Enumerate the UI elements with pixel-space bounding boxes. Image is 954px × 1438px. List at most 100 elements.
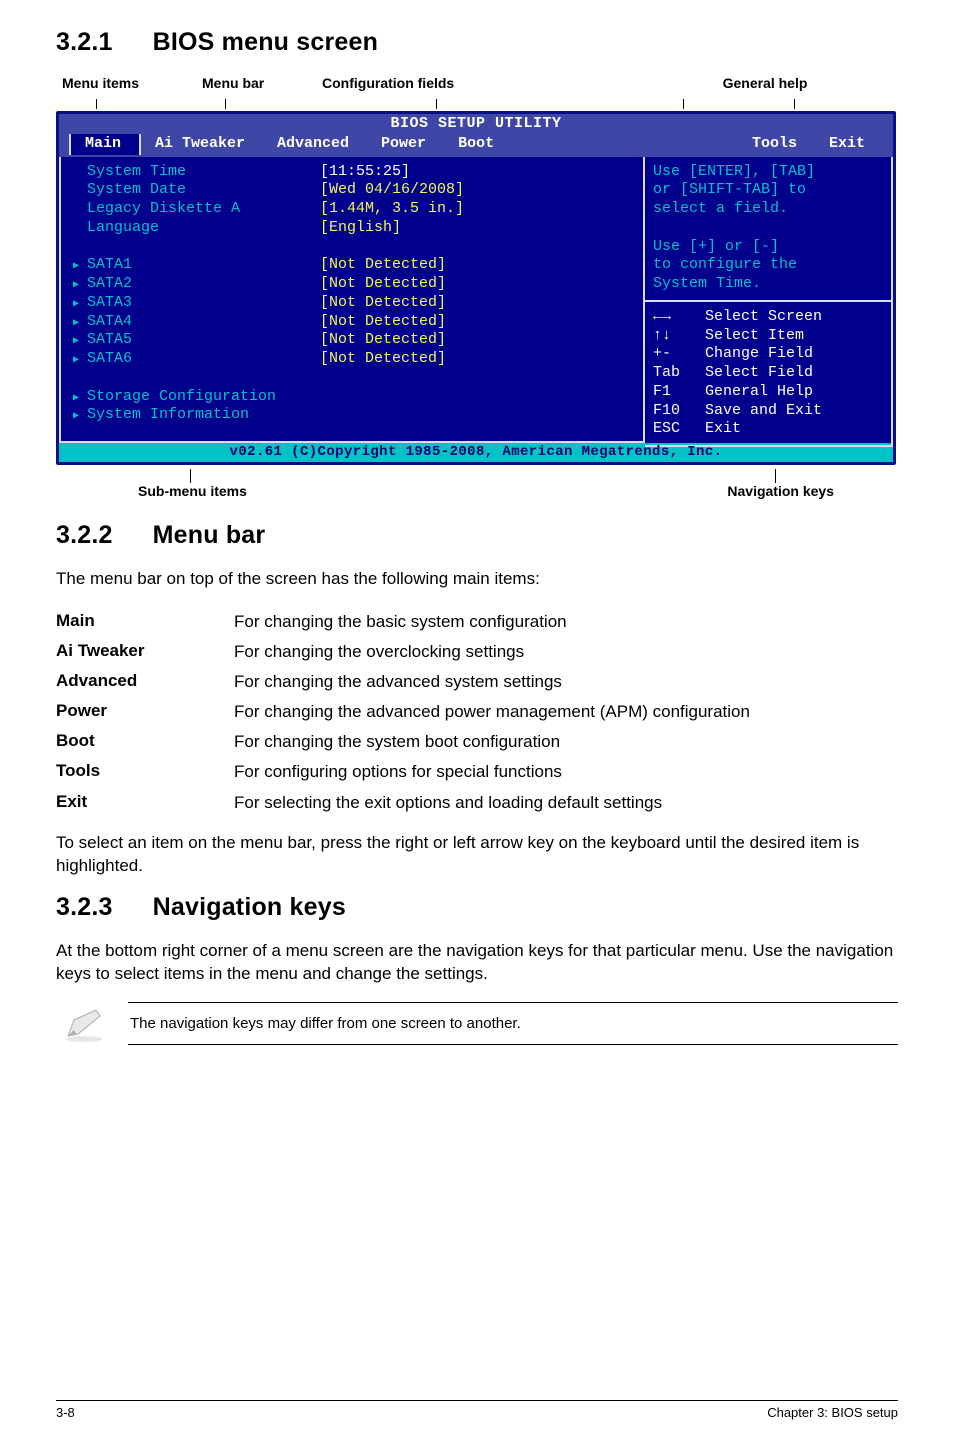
bios-row-label[interactable]: System Information [73,406,306,425]
bios-left-column: System Time System Date Legacy Diskette … [59,157,645,443]
deflist-def: For configuring options for special func… [234,757,750,787]
nav-key: ↑↓ [653,327,705,346]
caption-navigation-keys: Navigation keys [727,483,834,499]
bios-row-value[interactable]: [English] [306,219,643,238]
help-line: Use [ENTER], [TAB] [653,163,883,182]
deflist-term: Power [56,697,234,727]
bios-right-column: Use [ENTER], [TAB] or [SHIFT-TAB] to sel… [645,157,893,443]
deflist-row: ExitFor selecting the exit options and l… [56,788,750,818]
s323-para: At the bottom right corner of a menu scr… [56,940,898,986]
note-text: The navigation keys may differ from one … [128,1002,898,1045]
nav-key: ESC [653,420,705,439]
s322-intro: The menu bar on top of the screen has th… [56,568,898,591]
bios-row-value: [Not Detected] [306,313,643,332]
help-line: to configure the [653,256,883,275]
chapter-label: Chapter 3: BIOS setup [767,1405,898,1420]
caption-menu-items: Menu items [62,75,202,91]
bios-row-label[interactable]: SATA6 [73,350,306,369]
nav-key-desc: Select Screen [705,308,822,325]
nav-key: +- [653,345,705,364]
nav-key: ←→ [653,308,705,327]
pencil-icon [62,1004,106,1044]
deflist-def: For changing the advanced system setting… [234,667,750,697]
section-heading-321: 3.2.1 BIOS menu screen [56,28,898,57]
deflist-row: PowerFor changing the advanced power man… [56,697,750,727]
bios-caption-row-top: Menu items Menu bar Configuration fields… [56,75,898,91]
s322-para: To select an item on the menu bar, press… [56,832,898,878]
help-line: select a field. [653,200,883,219]
bios-row-value[interactable]: [Wed 04/16/2008] [306,181,643,200]
deflist-term: Advanced [56,667,234,697]
note-row: The navigation keys may differ from one … [62,1002,898,1045]
deflist-term: Main [56,607,234,637]
menu-bar-deflist: MainFor changing the basic system config… [56,607,750,818]
deflist-def: For selecting the exit options and loadi… [234,788,750,818]
bios-tab-exit[interactable]: Exit [815,134,883,155]
deflist-row: BootFor changing the system boot configu… [56,727,750,757]
section-number: 3.2.1 [56,28,113,57]
bios-row-value: [Not Detected] [306,275,643,294]
bios-tab-ai-tweaker[interactable]: Ai Tweaker [141,134,263,155]
nav-key: Tab [653,364,705,383]
section-number: 3.2.2 [56,521,113,550]
nav-key-desc: Save and Exit [705,402,822,419]
bios-row-label[interactable]: System Date [73,181,306,200]
deflist-def: For changing the overclocking settings [234,637,750,667]
bios-row-value: [Not Detected] [306,256,643,275]
section-title: Menu bar [153,521,266,549]
bios-row-label[interactable]: SATA3 [73,294,306,313]
page-number: 3-8 [56,1405,75,1420]
bios-caption-row-bottom: Sub-menu items Navigation keys [56,483,898,499]
caption-sub-menu-items: Sub-menu items [138,483,247,499]
nav-key: F10 [653,402,705,421]
section-title: BIOS menu screen [153,28,379,56]
help-line: System Time. [653,275,883,294]
bios-menubar: Main Ai Tweaker Advanced Power Boot Tool… [59,134,893,157]
bios-titlebar: BIOS SETUP UTILITY [59,114,893,134]
bios-row-label[interactable]: Storage Configuration [73,388,306,407]
caption-ticks-bottom [56,469,898,483]
bios-row-value[interactable]: [11:55:25] [306,163,643,182]
bios-tab-main[interactable]: Main [69,134,141,155]
bios-row-label[interactable]: SATA2 [73,275,306,294]
caption-config-fields: Configuration fields [322,75,582,91]
help-line: or [SHIFT-TAB] to [653,181,883,200]
deflist-term: Ai Tweaker [56,637,234,667]
deflist-row: ToolsFor configuring options for special… [56,757,750,787]
nav-key-desc: Exit [705,420,741,437]
bios-row-label[interactable]: SATA4 [73,313,306,332]
section-heading-322: 3.2.2 Menu bar [56,521,898,550]
bios-tab-advanced[interactable]: Advanced [263,134,367,155]
bios-row-value[interactable]: [1.44M, 3.5 in.] [306,200,643,219]
bios-tab-power[interactable]: Power [367,134,444,155]
section-title: Navigation keys [153,893,346,921]
bios-row-value: [Not Detected] [306,294,643,313]
section-heading-323: 3.2.3 Navigation keys [56,893,898,922]
nav-key-desc: Select Item [705,327,804,344]
bios-row-label[interactable]: Legacy Diskette A [73,200,306,219]
bios-row-label[interactable]: Language [73,219,306,238]
nav-key-desc: General Help [705,383,813,400]
bios-keys-box: ←→Select Screen ↑↓Select Item +-Change F… [645,302,893,447]
deflist-row: AdvancedFor changing the advanced system… [56,667,750,697]
deflist-row: MainFor changing the basic system config… [56,607,750,637]
page-footer: 3-8 Chapter 3: BIOS setup [56,1400,898,1420]
bios-tab-boot[interactable]: Boot [444,134,512,155]
help-line: Use [+] or [-] [653,238,883,257]
deflist-def: For changing the advanced power manageme… [234,697,750,727]
caption-menu-bar: Menu bar [202,75,322,91]
section-number: 3.2.3 [56,893,113,922]
caption-ticks-top [56,99,898,109]
bios-row-label[interactable]: SATA5 [73,331,306,350]
bios-tab-tools[interactable]: Tools [738,134,815,155]
bios-row-label[interactable]: SATA1 [73,256,306,275]
deflist-def: For changing the basic system configurat… [234,607,750,637]
bios-row-value: [Not Detected] [306,331,643,350]
bios-row-label[interactable]: System Time [73,163,306,182]
deflist-term: Exit [56,788,234,818]
nav-key: F1 [653,383,705,402]
deflist-row: Ai TweakerFor changing the overclocking … [56,637,750,667]
nav-key-desc: Change Field [705,345,813,362]
deflist-term: Tools [56,757,234,787]
nav-key-desc: Select Field [705,364,813,381]
